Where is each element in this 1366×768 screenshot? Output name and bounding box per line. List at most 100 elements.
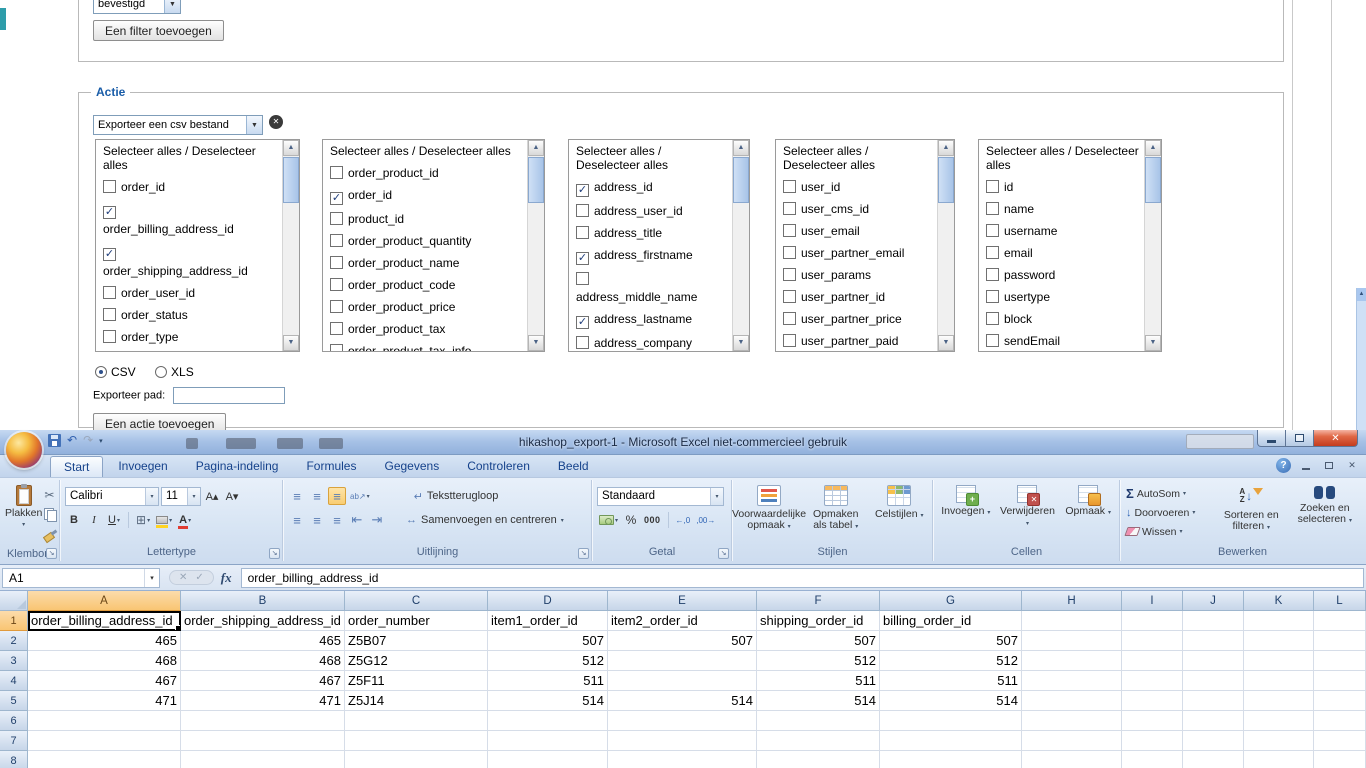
cell-L7[interactable]	[1314, 731, 1366, 751]
maximize-button[interactable]	[1286, 430, 1314, 447]
row-header-6[interactable]: 6	[0, 711, 28, 731]
titlebar[interactable]: ↶ ↷ ▾ hikashop_export-1 - Microsoft Exce…	[0, 430, 1366, 455]
field-option[interactable]: order_product_name	[330, 256, 523, 271]
cell-E5[interactable]: 514	[608, 691, 757, 711]
field-option[interactable]: order_type	[103, 330, 278, 345]
borders-button[interactable]: ⊞▾	[134, 511, 152, 529]
align-right-button[interactable]: ≡	[328, 511, 346, 529]
minimize-button[interactable]	[1257, 430, 1286, 447]
increase-indent-button[interactable]: ⇥	[368, 511, 386, 529]
cell-A2[interactable]: 465	[28, 631, 181, 651]
checkbox-icon[interactable]	[330, 166, 343, 179]
row-header-8[interactable]: 8	[0, 751, 28, 768]
cell-I3[interactable]	[1122, 651, 1183, 671]
cell-L3[interactable]	[1314, 651, 1366, 671]
field-option[interactable]: order_product_quantity	[330, 234, 523, 249]
cell-B7[interactable]	[181, 731, 345, 751]
tab-controleren[interactable]: Controleren	[454, 456, 543, 477]
checkbox-icon[interactable]	[330, 300, 343, 313]
checkbox-icon[interactable]	[103, 286, 116, 299]
cut-button[interactable]: ✂	[44, 486, 57, 504]
cell-I4[interactable]	[1122, 671, 1183, 691]
scroll-up-icon[interactable]: ▲	[1145, 140, 1161, 156]
column-header-I[interactable]: I	[1122, 591, 1183, 611]
format-cells-button[interactable]: Opmaak ▾	[1060, 483, 1116, 546]
confirm-entry-icon[interactable]: ✓	[195, 572, 203, 583]
cell-F4[interactable]: 511	[757, 671, 880, 691]
dialog-launcher-icon[interactable]: ↘	[46, 548, 57, 559]
scroll-up-icon[interactable]: ▲	[733, 140, 749, 156]
cell-J8[interactable]	[1183, 751, 1244, 768]
thousands-format-button[interactable]: 000	[642, 511, 663, 529]
fill-color-button[interactable]: ▾	[154, 511, 174, 529]
decrease-font-button[interactable]: A▾	[223, 487, 241, 505]
fill-button[interactable]: ↓Doorvoeren▾	[1124, 504, 1214, 521]
column-header-J[interactable]: J	[1183, 591, 1244, 611]
field-option[interactable]: user_params	[783, 268, 933, 283]
align-center-button[interactable]: ≡	[308, 511, 326, 529]
cell-H4[interactable]	[1022, 671, 1122, 691]
cell-E3[interactable]	[608, 651, 757, 671]
scroll-up-icon[interactable]: ▲	[283, 140, 299, 156]
cell-D4[interactable]: 511	[488, 671, 608, 691]
cell-E8[interactable]	[608, 751, 757, 768]
cell-D8[interactable]	[488, 751, 608, 768]
row-header-3[interactable]: 3	[0, 651, 28, 671]
cell-J3[interactable]	[1183, 651, 1244, 671]
insert-cells-button[interactable]: Invoegen ▾	[937, 483, 995, 546]
scroll-thumb[interactable]	[283, 157, 299, 203]
checkbox-icon[interactable]	[103, 308, 116, 321]
row-header-5[interactable]: 5	[0, 691, 28, 711]
align-top-button[interactable]: ≡	[288, 487, 306, 505]
checkbox-icon[interactable]: ✓	[576, 252, 589, 265]
scroll-down-icon[interactable]: ▼	[733, 335, 749, 351]
copy-button[interactable]	[44, 508, 57, 526]
row-header-4[interactable]: 4	[0, 671, 28, 691]
checkbox-icon[interactable]	[783, 290, 796, 303]
checkbox-icon[interactable]	[330, 344, 343, 351]
cell-G1[interactable]: billing_order_id	[880, 611, 1022, 631]
redo-icon[interactable]: ↷	[83, 434, 93, 447]
cell-B6[interactable]	[181, 711, 345, 731]
column-header-G[interactable]: G	[880, 591, 1022, 611]
cell-F2[interactable]: 507	[757, 631, 880, 651]
field-option[interactable]: block	[986, 312, 1140, 327]
font-color-button[interactable]: A▾	[176, 511, 194, 529]
cell-D1[interactable]: item1_order_id	[488, 611, 608, 631]
field-option[interactable]: order_product_tax_info	[330, 344, 523, 351]
cell-C4[interactable]: Z5F11	[345, 671, 488, 691]
increase-font-button[interactable]: A▴	[203, 487, 221, 505]
cell-H6[interactable]	[1022, 711, 1122, 731]
cell-C2[interactable]: Z5B07	[345, 631, 488, 651]
scrollbar[interactable]: ▲▼	[282, 140, 299, 351]
cell-E6[interactable]	[608, 711, 757, 731]
checkbox-icon[interactable]	[986, 202, 999, 215]
scrollbar[interactable]: ▲▼	[732, 140, 749, 351]
cell-G6[interactable]	[880, 711, 1022, 731]
dialog-launcher-icon[interactable]: ↘	[718, 548, 729, 559]
cell-F6[interactable]	[757, 711, 880, 731]
currency-format-button[interactable]: ▾	[597, 511, 620, 529]
column-header-L[interactable]: L	[1314, 591, 1366, 611]
cell-K3[interactable]	[1244, 651, 1314, 671]
cell-A4[interactable]: 467	[28, 671, 181, 691]
cell-G8[interactable]	[880, 751, 1022, 768]
cell-L6[interactable]	[1314, 711, 1366, 731]
field-option[interactable]: ✓order_shipping_address_id	[103, 244, 278, 279]
field-option[interactable]: user_partner_price	[783, 312, 933, 327]
scrollbar[interactable]: ▲▼	[527, 140, 544, 351]
cell-C8[interactable]	[345, 751, 488, 768]
cell-H1[interactable]	[1022, 611, 1122, 631]
percent-format-button[interactable]: %	[622, 511, 640, 529]
field-option[interactable]: user_email	[783, 224, 933, 239]
underline-button[interactable]: U▾	[105, 511, 123, 529]
cell-A7[interactable]	[28, 731, 181, 751]
tab-invoegen[interactable]: Invoegen	[105, 456, 180, 477]
workbook-close-button[interactable]: ✕	[1344, 459, 1360, 473]
cell-J4[interactable]	[1183, 671, 1244, 691]
cell-H8[interactable]	[1022, 751, 1122, 768]
cell-B3[interactable]: 468	[181, 651, 345, 671]
field-option[interactable]: sendEmail	[986, 334, 1140, 349]
cell-C5[interactable]: Z5J14	[345, 691, 488, 711]
row-header-7[interactable]: 7	[0, 731, 28, 751]
